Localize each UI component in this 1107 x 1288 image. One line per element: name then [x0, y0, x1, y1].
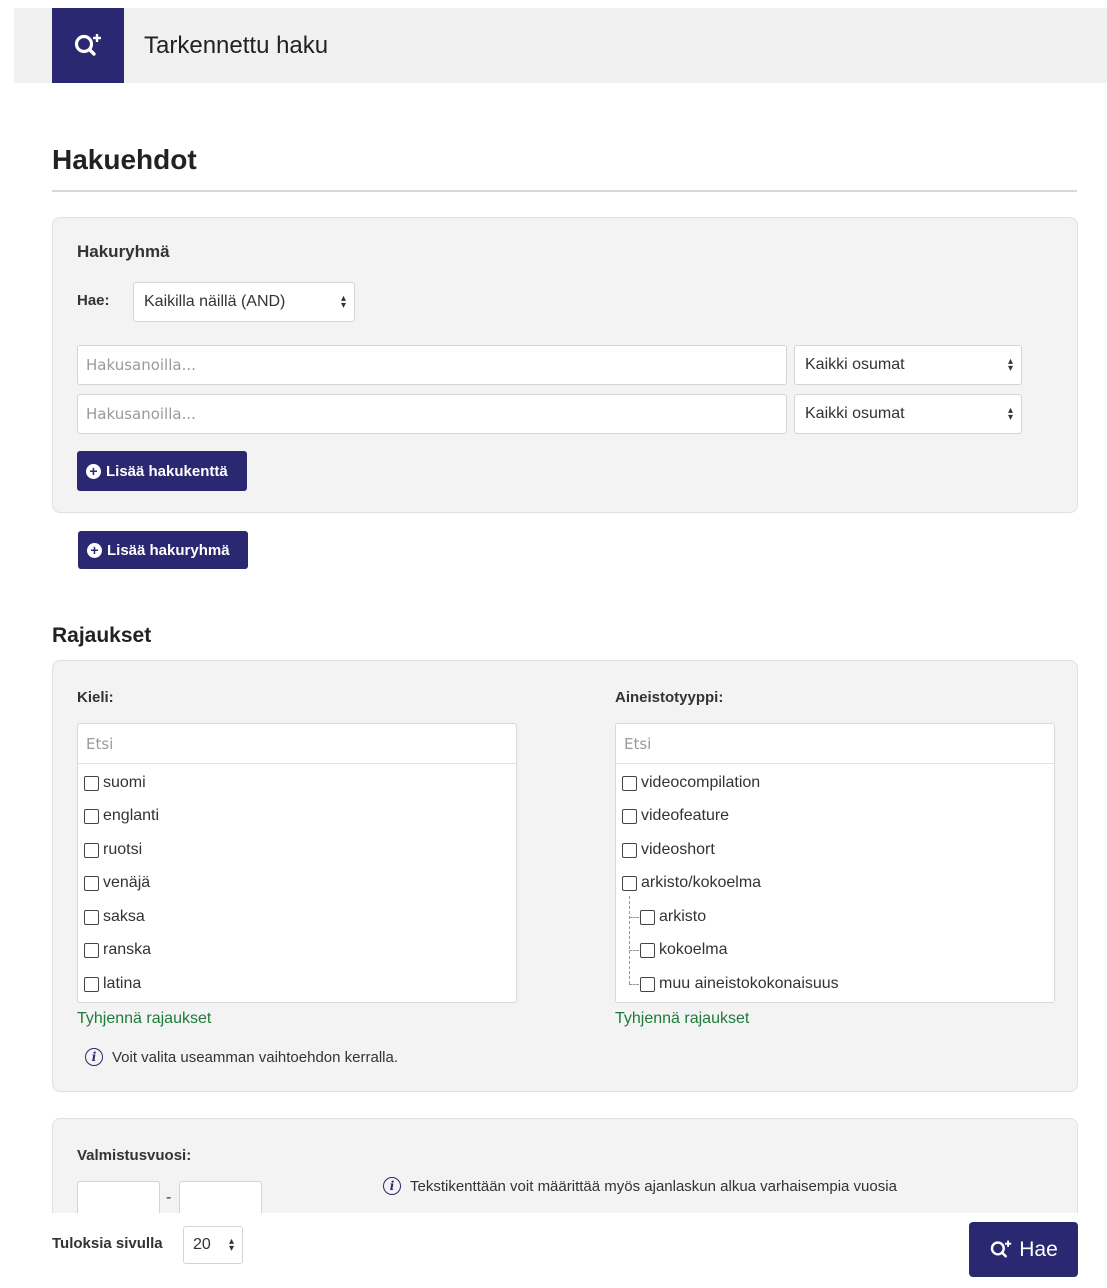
- language-option[interactable]: venäjä: [84, 872, 150, 894]
- results-per-page-select[interactable]: 20 ▴ ▾: [183, 1226, 243, 1264]
- plus-circle-icon: +: [86, 463, 101, 479]
- limits-panel: Kieli: Etsi suomi englanti ruotsi venäjä…: [52, 660, 1078, 1092]
- material-sub-option[interactable]: muu aineistokokonaisuus: [640, 973, 839, 995]
- clear-material-link[interactable]: Tyhjennä rajaukset: [615, 1010, 749, 1028]
- field-type-value-1: Kaikki osumat: [805, 356, 905, 373]
- search-group-panel: Hakuryhmä Hae: Kaikilla näillä (AND) ▴ ▾ …: [52, 217, 1078, 513]
- year-hint: i Tekstikenttään voit määrittää myös aja…: [383, 1177, 897, 1195]
- checkbox[interactable]: [640, 976, 655, 992]
- add-search-group-button[interactable]: + Lisää hakuryhmä: [78, 531, 248, 569]
- material-type-label: Aineistotyyppi:: [615, 689, 724, 706]
- checkbox[interactable]: [84, 976, 99, 992]
- search-term-input-1[interactable]: Hakusanoilla...: [77, 345, 787, 385]
- checkbox[interactable]: [84, 942, 99, 958]
- search-button-label: Hae: [1019, 1237, 1058, 1261]
- field-type-select-2[interactable]: Kaikki osumat ▴ ▾: [794, 394, 1022, 434]
- results-per-page-label: Tuloksia sivulla: [52, 1235, 163, 1252]
- material-search-input[interactable]: Etsi: [616, 724, 1054, 764]
- page-title: Tarkennettu haku: [144, 32, 329, 59]
- checkbox[interactable]: [622, 842, 637, 858]
- checkbox[interactable]: [640, 942, 655, 958]
- select-arrows-icon: ▴ ▾: [1007, 405, 1013, 423]
- year-label: Valmistusvuosi:: [77, 1147, 192, 1164]
- language-option[interactable]: ranska: [84, 939, 151, 961]
- material-option[interactable]: arkisto/kokoelma: [622, 872, 761, 894]
- select-arrows-icon: ▴ ▾: [340, 293, 346, 311]
- checkbox[interactable]: [640, 909, 655, 925]
- tree-connector: [629, 950, 639, 951]
- year-range-separator: -: [166, 1189, 172, 1206]
- top-bar: Tarkennettu haku: [14, 8, 1107, 83]
- select-arrows-icon: ▴ ▾: [228, 1236, 234, 1254]
- select-arrows-icon: ▴ ▾: [1007, 356, 1013, 374]
- tree-connector: [629, 896, 630, 984]
- add-search-field-button[interactable]: + Lisää hakukenttä: [77, 451, 247, 491]
- checkbox[interactable]: [84, 775, 99, 791]
- info-icon: i: [85, 1048, 103, 1066]
- results-per-page-value: 20: [193, 1236, 211, 1253]
- match-mode-select[interactable]: Kaikilla näillä (AND) ▴ ▾: [133, 282, 355, 322]
- info-icon: i: [383, 1177, 401, 1195]
- plus-circle-icon: +: [87, 542, 102, 558]
- checkbox[interactable]: [84, 875, 99, 891]
- search-plus-icon: [52, 8, 124, 83]
- language-option[interactable]: latina: [84, 973, 141, 995]
- checkbox[interactable]: [622, 775, 637, 791]
- material-option[interactable]: videofeature: [622, 805, 729, 827]
- search-button[interactable]: Hae: [969, 1222, 1078, 1277]
- clear-language-link[interactable]: Tyhjennä rajaukset: [77, 1010, 211, 1028]
- divider: [52, 190, 1077, 192]
- tree-connector: [629, 984, 639, 985]
- checkbox[interactable]: [84, 842, 99, 858]
- language-label: Kieli:: [77, 689, 114, 706]
- tree-connector: [629, 917, 639, 918]
- field-type-select-1[interactable]: Kaikki osumat ▴ ▾: [794, 345, 1022, 385]
- language-option[interactable]: suomi: [84, 772, 146, 794]
- material-option[interactable]: videoshort: [622, 839, 715, 861]
- material-sub-option[interactable]: kokoelma: [640, 939, 727, 961]
- language-option[interactable]: saksa: [84, 906, 145, 928]
- material-sub-option[interactable]: arkisto: [640, 906, 706, 928]
- hae-label: Hae:: [77, 292, 110, 309]
- checkbox[interactable]: [84, 909, 99, 925]
- checkbox[interactable]: [622, 808, 637, 824]
- add-search-field-label: Lisää hakukenttä: [106, 462, 228, 480]
- multi-select-hint-text: Voit valita useamman vaihtoehdon kerrall…: [112, 1048, 398, 1066]
- language-option[interactable]: englanti: [84, 805, 159, 827]
- year-hint-text: Tekstikenttään voit määrittää myös ajanl…: [410, 1177, 897, 1195]
- language-option[interactable]: ruotsi: [84, 839, 142, 861]
- match-mode-value: Kaikilla näillä (AND): [144, 293, 286, 310]
- add-search-group-label: Lisää hakuryhmä: [107, 541, 230, 559]
- search-group-title: Hakuryhmä: [77, 242, 170, 261]
- field-type-value-2: Kaikki osumat: [805, 405, 905, 422]
- material-option[interactable]: videocompilation: [622, 772, 760, 794]
- results-footer-bar: Tuloksia sivulla 20 ▴ ▾ Hae: [0, 1213, 1107, 1288]
- checkbox[interactable]: [84, 808, 99, 824]
- conditions-heading: Hakuehdot: [52, 144, 197, 175]
- checkbox[interactable]: [622, 875, 637, 891]
- language-search-input[interactable]: Etsi: [78, 724, 516, 764]
- limits-heading: Rajaukset: [52, 624, 152, 647]
- search-term-input-2[interactable]: Hakusanoilla...: [77, 394, 787, 434]
- year-panel: Valmistusvuosi: - i Tekstikenttään voit …: [52, 1118, 1078, 1221]
- multi-select-hint: i Voit valita useamman vaihtoehdon kerra…: [85, 1048, 398, 1066]
- language-filter-list: Etsi suomi englanti ruotsi venäjä saksa …: [77, 723, 517, 1003]
- material-type-filter-list: Etsi videocompilation videofeature video…: [615, 723, 1055, 1003]
- search-plus-icon: [991, 1240, 1012, 1258]
